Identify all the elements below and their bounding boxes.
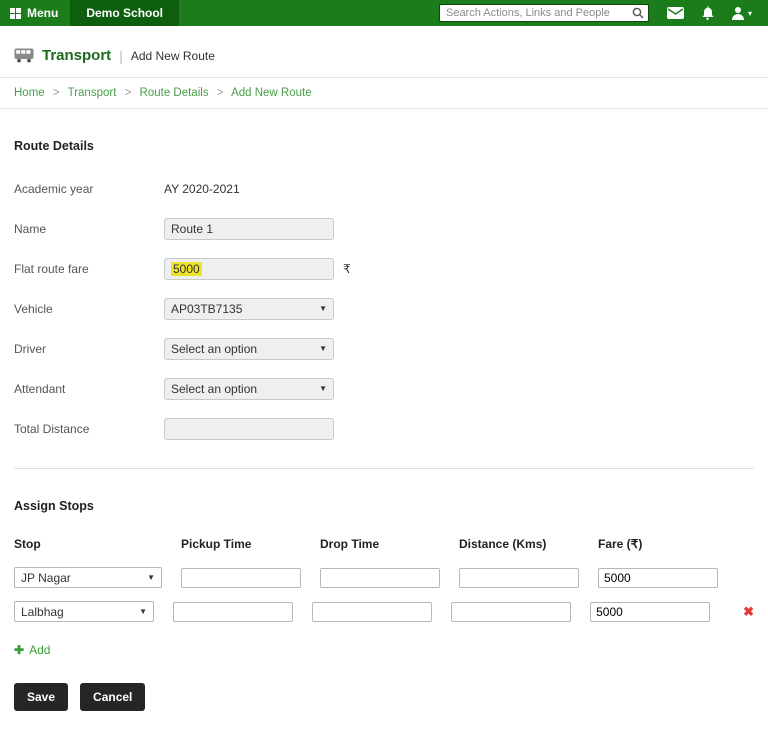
pickup-time-input[interactable]: [181, 568, 301, 588]
fare-input[interactable]: [598, 568, 718, 588]
stop-select[interactable]: JP Nagar ▼: [14, 567, 162, 588]
route-details-title: Route Details: [14, 139, 754, 153]
fare-input[interactable]: [590, 602, 710, 622]
flat-route-fare-input[interactable]: 5000: [164, 258, 334, 280]
bus-icon: [14, 48, 34, 63]
stop-row-2: Lalbhag ▼ ✖: [14, 601, 754, 622]
form-row-academic-year: Academic year AY 2020-2021: [14, 177, 754, 200]
form-row-flat-route-fare: Flat route fare 5000 ₹: [14, 257, 754, 280]
academic-year-label: Academic year: [14, 182, 164, 196]
search-icon[interactable]: [632, 7, 644, 19]
chevron-down-icon: ▼: [139, 607, 147, 616]
form-row-vehicle: Vehicle AP03TB7135 ▼: [14, 297, 754, 320]
save-button[interactable]: Save: [14, 683, 68, 711]
driver-label: Driver: [14, 342, 164, 356]
vehicle-select[interactable]: AP03TB7135 ▼: [164, 298, 334, 320]
menu-button[interactable]: Menu: [0, 0, 70, 26]
breadcrumb-route-details[interactable]: Route Details: [140, 87, 209, 99]
driver-select[interactable]: Select an option ▼: [164, 338, 334, 360]
drop-time-input[interactable]: [312, 602, 432, 622]
column-header-distance: Distance (Kms): [459, 537, 579, 551]
academic-year-value: AY 2020-2021: [164, 182, 240, 196]
flat-route-fare-value: 5000: [171, 262, 202, 276]
mail-icon[interactable]: [667, 7, 684, 19]
main-content: Route Details Academic year AY 2020-2021…: [0, 139, 768, 711]
add-stop-label: Add: [29, 643, 50, 657]
breadcrumb: Home > Transport > Route Details > Add N…: [0, 77, 768, 109]
page-subtitle: Add New Route: [131, 49, 215, 63]
form-row-driver: Driver Select an option ▼: [14, 337, 754, 360]
form-row-attendant: Attendant Select an option ▼: [14, 377, 754, 400]
form-actions: Save Cancel: [14, 683, 754, 711]
chevron-down-icon: ▼: [319, 344, 327, 353]
chevron-down-icon: ▼: [319, 384, 327, 393]
chevron-down-icon: ▾: [748, 9, 752, 18]
chevron-down-icon: ▼: [147, 573, 155, 582]
topbar: Menu Demo School ▾: [0, 0, 768, 26]
breadcrumb-add-new-route: Add New Route: [231, 87, 312, 99]
attendant-select[interactable]: Select an option ▼: [164, 378, 334, 400]
assign-stops-title: Assign Stops: [14, 499, 754, 513]
stop-select-value: JP Nagar: [21, 571, 71, 585]
vehicle-label: Vehicle: [14, 302, 164, 316]
search-input[interactable]: [439, 4, 649, 22]
title-separator: |: [119, 48, 123, 64]
column-header-drop-time: Drop Time: [320, 537, 440, 551]
column-header-fare: Fare (₹): [598, 537, 718, 551]
route-name-input[interactable]: [164, 218, 334, 240]
breadcrumb-separator: >: [53, 87, 60, 99]
plus-icon: ✚: [14, 643, 24, 657]
pickup-time-input[interactable]: [173, 602, 293, 622]
attendant-label: Attendant: [14, 382, 164, 396]
menu-grid-icon: [10, 8, 21, 19]
distance-input[interactable]: [451, 602, 571, 622]
driver-select-value: Select an option: [171, 342, 257, 356]
breadcrumb-transport[interactable]: Transport: [68, 87, 117, 99]
global-search: [439, 4, 649, 22]
bell-icon[interactable]: [701, 6, 714, 20]
breadcrumb-home[interactable]: Home: [14, 87, 45, 99]
school-name: Demo School: [70, 0, 179, 26]
section-divider: [14, 468, 754, 469]
stop-select-value: Lalbhag: [21, 605, 64, 619]
page-title: Transport: [42, 47, 111, 64]
chevron-down-icon: ▼: [319, 304, 327, 313]
flat-route-fare-label: Flat route fare: [14, 262, 164, 276]
stop-row-1: JP Nagar ▼: [14, 567, 754, 588]
column-header-pickup-time: Pickup Time: [181, 537, 301, 551]
stop-select[interactable]: Lalbhag ▼: [14, 601, 154, 622]
delete-row-icon[interactable]: ✖: [743, 604, 754, 620]
cancel-button[interactable]: Cancel: [80, 683, 145, 711]
total-distance-input[interactable]: [164, 418, 334, 440]
vehicle-select-value: AP03TB7135: [171, 302, 242, 316]
form-row-name: Name: [14, 217, 754, 240]
stops-table-header: Stop Pickup Time Drop Time Distance (Kms…: [14, 537, 754, 551]
topbar-icon-group: ▾: [667, 6, 752, 20]
attendant-select-value: Select an option: [171, 382, 257, 396]
user-menu[interactable]: ▾: [731, 6, 752, 20]
total-distance-label: Total Distance: [14, 422, 164, 436]
menu-label: Menu: [27, 6, 58, 20]
user-icon: [731, 6, 745, 20]
rupee-symbol: ₹: [343, 262, 351, 276]
module-header: Transport | Add New Route: [0, 26, 768, 77]
add-stop-link[interactable]: ✚ Add: [14, 643, 50, 657]
breadcrumb-separator: >: [125, 87, 132, 99]
distance-input[interactable]: [459, 568, 579, 588]
form-row-total-distance: Total Distance: [14, 417, 754, 440]
name-label: Name: [14, 222, 164, 236]
breadcrumb-separator: >: [217, 87, 224, 99]
column-header-stop: Stop: [14, 537, 162, 551]
drop-time-input[interactable]: [320, 568, 440, 588]
